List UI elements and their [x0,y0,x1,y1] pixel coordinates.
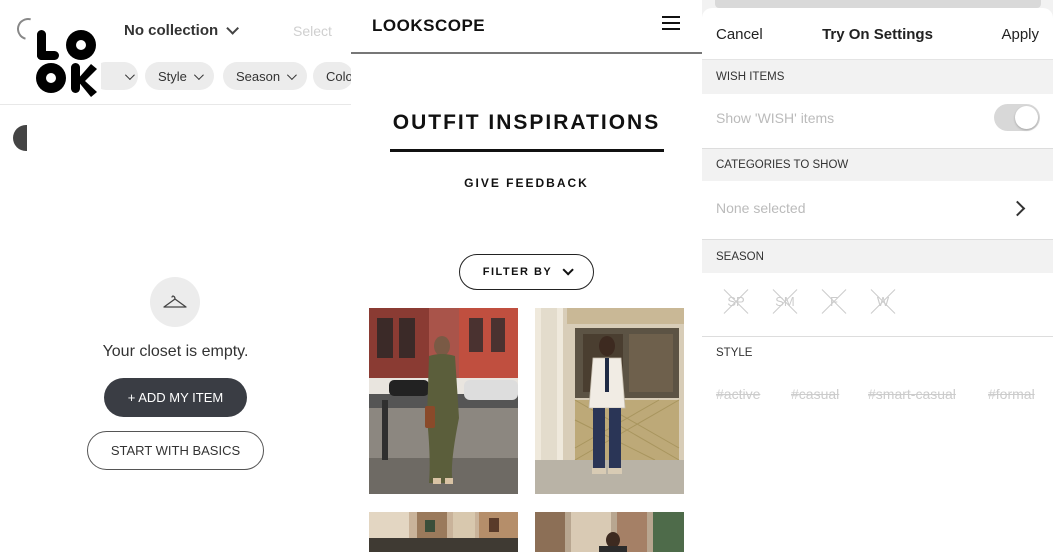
closet-screen: No collection Select Style Season Colo Y… [0,0,351,552]
apply-button[interactable]: Apply [1001,26,1039,43]
sheet-background-edge [715,0,1041,8]
settings-header: Cancel Try On Settings Apply [702,8,1053,60]
chevron-down-icon [193,69,204,80]
app-header: LOOKSCOPE [351,0,702,54]
season-row: SP SM F W [702,273,1053,337]
wish-items-section-label: WISH ITEMS [716,71,785,83]
season-option-summer[interactable]: SM [771,288,799,316]
hanger-icon [150,277,200,327]
settings-title: Try On Settings [822,26,933,43]
categories-row[interactable]: None selected [702,181,1053,240]
filter-by-button[interactable]: FILTER BY [459,254,594,290]
style-section-label: STYLE [716,347,753,359]
style-tag-casual[interactable]: #casual [791,386,839,402]
outfit-photo[interactable] [369,308,518,494]
give-feedback-link[interactable]: GIVE FEEDBACK [351,176,702,190]
page-title: OUTFIT INSPIRATIONS [392,111,661,134]
chevron-down-icon [124,69,135,80]
select-button[interactable]: Select [293,23,332,39]
toggle-knob [1015,106,1038,129]
outfit-photo[interactable] [369,512,518,552]
add-item-button[interactable]: + ADD MY ITEM [104,378,247,417]
outfit-photo[interactable] [535,512,684,552]
hamburger-menu-icon[interactable] [662,16,680,30]
filter-pill-partial[interactable] [13,125,27,151]
categories-section-label: CATEGORIES TO SHOW [716,159,849,171]
filter-pill-label: Style [158,68,187,84]
filter-pill-season[interactable]: Season [223,62,308,90]
style-area [702,337,1053,552]
filter-by-label: FILTER BY [482,266,553,278]
brand-title[interactable]: LOOKSCOPE [372,16,485,36]
season-option-fall[interactable]: F [820,288,848,316]
chevron-down-icon [226,22,240,35]
collection-dropdown[interactable]: No collection [124,22,240,39]
season-label: SP [727,294,745,309]
outfit-photo[interactable] [535,308,684,494]
header-divider [0,104,351,105]
style-tag-smart-casual[interactable]: #smart-casual [868,386,956,402]
filter-pill-color[interactable]: Colo [313,62,351,90]
filter-pill-label: Season [236,68,281,84]
filter-pill-style[interactable]: Style [145,62,214,90]
season-section-label: SEASON [716,251,764,263]
categories-value: None selected [716,200,806,216]
try-on-settings-screen: Cancel Try On Settings Apply WISH ITEMS … [702,0,1053,552]
start-with-basics-button[interactable]: START WITH BASICS [87,431,264,470]
style-tag-active[interactable]: #active [716,386,760,402]
collection-label: No collection [124,22,219,39]
inspirations-screen: LOOKSCOPE OUTFIT INSPIRATIONS GIVE FEEDB… [351,0,702,552]
empty-closet-message: Your closet is empty. [102,343,249,360]
season-label: SM [775,294,795,309]
style-tag-formal[interactable]: #formal [988,386,1035,402]
wish-items-row: Show 'WISH' items [702,94,1053,149]
wish-toggle-label: Show 'WISH' items [716,110,835,126]
title-underline [390,149,664,152]
look-logo [31,24,101,100]
wish-items-toggle[interactable] [994,104,1040,131]
chevron-right-icon [1009,200,1026,217]
season-label: F [830,294,838,309]
season-option-spring[interactable]: SP [722,288,750,316]
season-option-winter[interactable]: W [869,288,897,316]
chevron-down-icon [287,69,297,80]
season-label: W [876,294,890,309]
filter-pill-label: Colo [326,68,351,84]
chevron-down-icon [562,264,575,276]
